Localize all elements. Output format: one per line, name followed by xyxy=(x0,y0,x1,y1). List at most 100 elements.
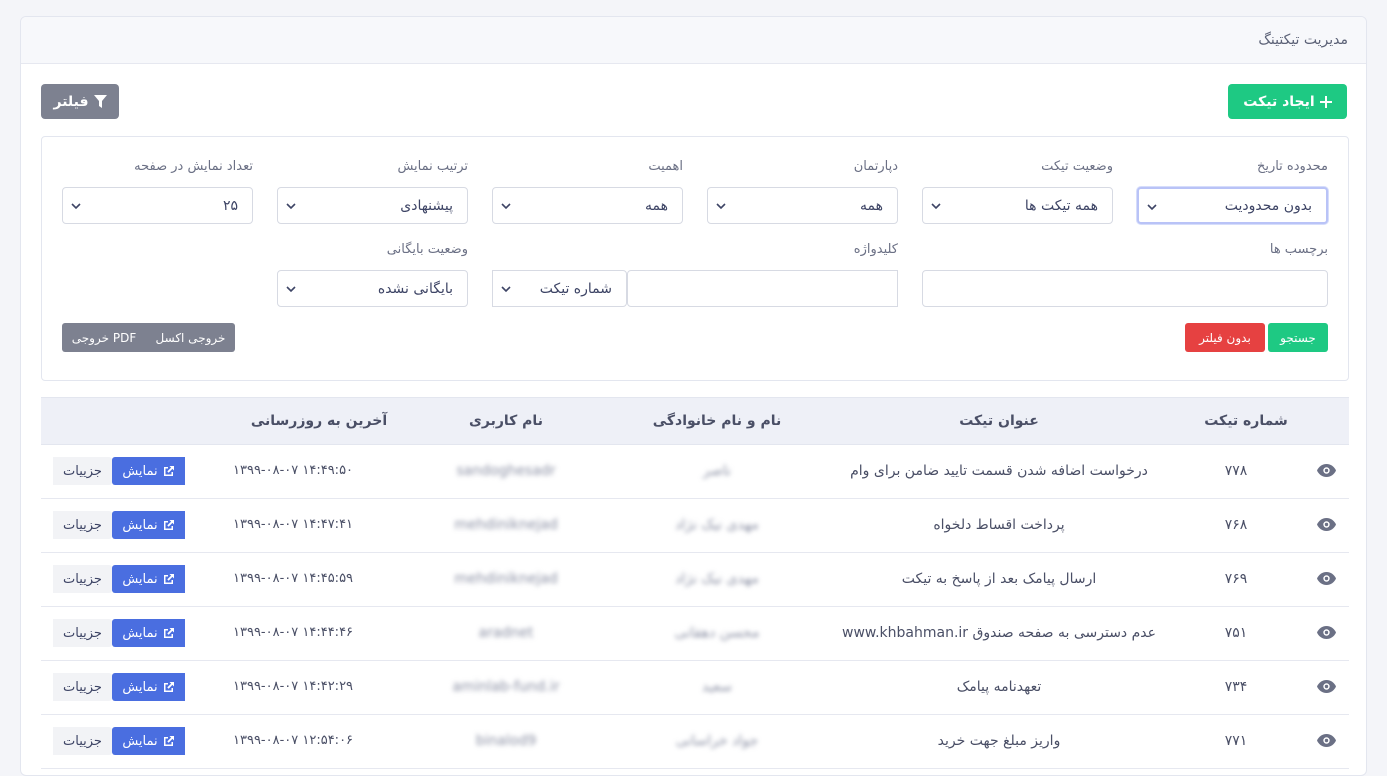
customer-name: جواد خراسانی xyxy=(675,733,759,749)
external-link-icon xyxy=(163,520,174,530)
customer-name: محسن دهقانی xyxy=(674,625,760,641)
ticket-number: ۷۳۴ xyxy=(1224,679,1248,695)
chevron-down-icon xyxy=(931,203,941,210)
show-button[interactable]: نمایش xyxy=(112,457,185,485)
chevron-down-icon xyxy=(501,203,511,210)
ticket-title: درخواست اضافه شدن قسمت تایید ضامن برای و… xyxy=(850,463,1148,479)
last-updated: ۱۳۹۹-۰۸-۰۷ ۱۴:۴۵:۵۹ xyxy=(233,571,354,586)
filter-toggle-button[interactable]: فیلتر xyxy=(41,84,119,119)
sort-select[interactable]: پیشنهادی xyxy=(277,187,468,224)
col-username[interactable]: نام کاربری xyxy=(469,413,543,429)
per-page-label: تعداد نمایش در صفحه xyxy=(134,159,253,174)
col-title[interactable]: عنوان تیکت xyxy=(959,413,1039,429)
table-row: ۷۵۱ عدم دسترسی به صفحه صندوق www.khbahma… xyxy=(41,607,1349,661)
sort-label: ترتیب نمایش xyxy=(397,159,468,174)
ticket-number: ۷۶۸ xyxy=(1224,517,1248,533)
last-updated: ۱۳۹۹-۰۸-۰۷ ۱۴:۴۲:۲۹ xyxy=(233,679,354,694)
eye-icon[interactable] xyxy=(1317,734,1336,747)
filter-panel: محدوده تاریخ وضعیت تیکت دپارتمان اهمیت ت… xyxy=(41,136,1349,381)
customer-name: مهدی نیک نژاد xyxy=(675,571,759,587)
username: aradnet xyxy=(478,625,534,641)
last-updated: ۱۳۹۹-۰۸-۰۷ ۱۴:۴۹:۵۰ xyxy=(233,463,354,478)
export-pdf-button[interactable]: خروجی PDF xyxy=(62,323,146,352)
ticket-title: ارسال پیامک بعد از پاسخ به تیکت xyxy=(901,571,1097,587)
show-button[interactable]: نمایش xyxy=(112,619,185,647)
table-row: ۷۷۱ واریز مبلغ جهت خرید جواد خراسانی bin… xyxy=(41,715,1349,769)
chevron-down-icon xyxy=(1147,204,1157,211)
eye-icon[interactable] xyxy=(1317,518,1336,531)
table-row: ۷۶۹ ارسال پیامک بعد از پاسخ به تیکت مهدی… xyxy=(41,553,1349,607)
ticket-number: ۷۶۹ xyxy=(1224,571,1248,587)
ticket-management-card: مدیریت تیکتینگ ایجاد تیکت فیلتر محدوده ت… xyxy=(20,16,1367,776)
eye-icon[interactable] xyxy=(1317,464,1336,477)
clear-filter-button[interactable]: بدون فیلتر xyxy=(1185,323,1265,352)
chevron-down-icon xyxy=(286,286,296,293)
details-button[interactable]: جزییات xyxy=(53,511,112,539)
archive-label: وضعیت بایگانی xyxy=(386,242,468,257)
department-label: دپارتمان xyxy=(853,159,898,174)
external-link-icon xyxy=(163,628,174,638)
date-range-select[interactable]: بدون محدودیت xyxy=(1137,187,1328,224)
ticket-number: ۷۵۱ xyxy=(1224,625,1248,641)
ticket-number: ۷۷۸ xyxy=(1224,463,1248,479)
archive-select[interactable]: بایگانی نشده xyxy=(277,270,468,307)
ticket-title: واریز مبلغ جهت خرید xyxy=(937,733,1061,749)
last-updated: ۱۳۹۹-۰۸-۰۷ ۱۴:۴۷:۴۱ xyxy=(233,517,354,532)
eye-icon[interactable] xyxy=(1317,680,1336,693)
external-link-icon xyxy=(163,574,174,584)
customer-name: ناصر xyxy=(703,463,731,479)
col-name[interactable]: نام و نام خانوادگی xyxy=(653,413,782,429)
last-updated: ۱۳۹۹-۰۸-۰۷ ۱۴:۴۴:۴۶ xyxy=(233,625,354,640)
chevron-down-icon xyxy=(286,203,296,210)
per-page-select[interactable]: ۲۵ xyxy=(62,187,253,224)
show-button[interactable]: نمایش xyxy=(112,727,185,755)
status-label: وضعیت تیکت xyxy=(1041,159,1113,174)
details-button[interactable]: جزییات xyxy=(53,727,112,755)
card-header: مدیریت تیکتینگ xyxy=(21,17,1366,64)
username: mehdiniknejad xyxy=(454,517,558,533)
external-link-icon xyxy=(163,682,174,692)
show-button[interactable]: نمایش xyxy=(112,511,185,539)
table-row: ۷۳۴ تعهدنامه پیامک سعید aminlab-fund.ir … xyxy=(41,661,1349,715)
ticket-title: عدم دسترسی به صفحه صندوق www.khbahman.ir xyxy=(842,625,1156,641)
col-number[interactable]: شماره تیکت xyxy=(1204,413,1288,429)
username: binalod9 xyxy=(475,733,537,749)
customer-name: مهدی نیک نژاد xyxy=(675,517,759,533)
username: aminlab-fund.ir xyxy=(452,679,560,695)
ticket-title: تعهدنامه پیامک xyxy=(956,679,1042,695)
external-link-icon xyxy=(163,736,174,746)
ticket-number: ۷۷۱ xyxy=(1224,733,1248,749)
department-select[interactable]: همه xyxy=(707,187,898,224)
keyword-type-select[interactable]: شماره تیکت xyxy=(492,270,627,307)
eye-icon[interactable] xyxy=(1317,572,1336,585)
col-updated[interactable]: آخرین به روزرسانی xyxy=(251,413,387,429)
ticket-title: پرداخت اقساط دلخواه xyxy=(933,517,1065,533)
username: mehdiniknejad xyxy=(454,571,558,587)
create-ticket-button[interactable]: ایجاد تیکت xyxy=(1228,84,1347,119)
status-select[interactable]: همه تیکت ها xyxy=(922,187,1113,224)
details-button[interactable]: جزییات xyxy=(53,673,112,701)
keyword-input[interactable] xyxy=(627,270,898,307)
chevron-down-icon xyxy=(71,203,81,210)
tags-label: برچسب ها xyxy=(1269,242,1328,257)
priority-select[interactable]: همه xyxy=(492,187,683,224)
show-button[interactable]: نمایش xyxy=(112,673,185,701)
last-updated: ۱۳۹۹-۰۸-۰۷ ۱۲:۵۴:۰۶ xyxy=(233,733,354,748)
plus-icon xyxy=(1319,95,1332,108)
table-header: شماره تیکت عنوان تیکت نام و نام خانوادگی… xyxy=(41,397,1349,445)
tags-input[interactable] xyxy=(922,270,1328,307)
username: sandoghesadr xyxy=(456,463,556,479)
funnel-icon xyxy=(93,95,107,108)
page-title: مدیریت تیکتینگ xyxy=(1258,32,1348,48)
details-button[interactable]: جزییات xyxy=(53,565,112,593)
details-button[interactable]: جزییات xyxy=(53,457,112,485)
eye-icon[interactable] xyxy=(1317,626,1336,639)
search-button[interactable]: جستجو xyxy=(1268,323,1328,352)
external-link-icon xyxy=(163,466,174,476)
export-excel-button[interactable]: خروجی اکسل xyxy=(146,323,235,352)
customer-name: سعید xyxy=(701,679,733,695)
chevron-down-icon xyxy=(501,286,511,293)
priority-label: اهمیت xyxy=(648,159,683,174)
details-button[interactable]: جزییات xyxy=(53,619,112,647)
show-button[interactable]: نمایش xyxy=(112,565,185,593)
